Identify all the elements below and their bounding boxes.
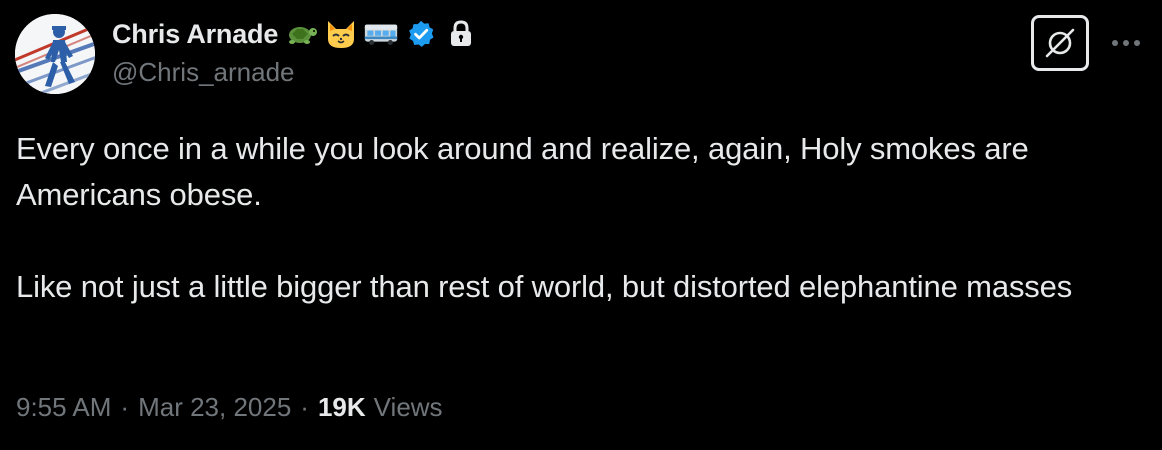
- verified-badge-icon[interactable]: [404, 17, 438, 51]
- views-count[interactable]: 19K: [318, 392, 366, 423]
- meta-separator: ·: [120, 392, 130, 422]
- turtle-emoji: [284, 17, 318, 51]
- grok-button[interactable]: [1031, 15, 1089, 71]
- tweet-paragraph: Every once in a while you look around an…: [16, 131, 1029, 212]
- cat-emoji: [324, 17, 358, 51]
- tweet-text: Every once in a while you look around an…: [16, 126, 1146, 310]
- tweet-card: Chris Arnade @Chris_arnade Every once in…: [0, 0, 1162, 450]
- tweet-meta: 9:55 AM · Mar 23, 2025 · 19K Views: [16, 392, 443, 423]
- tweet-date[interactable]: Mar 23, 2025: [138, 392, 291, 423]
- author-handle[interactable]: @Chris_arnade: [112, 57, 294, 88]
- bus-emoji: [364, 17, 398, 51]
- more-options-button[interactable]: [1108, 30, 1144, 56]
- grok-icon: [1045, 28, 1075, 58]
- tweet-paragraph: Like not just a little bigger than rest …: [16, 269, 1073, 304]
- lock-icon: [444, 17, 478, 51]
- views-label[interactable]: Views: [374, 392, 443, 423]
- more-options-icon: [1112, 40, 1140, 46]
- meta-separator: ·: [300, 392, 309, 422]
- walking-man-avatar-icon: [15, 14, 95, 94]
- author-display-name[interactable]: Chris Arnade: [112, 19, 278, 50]
- avatar[interactable]: [15, 14, 95, 94]
- author-name-row: Chris Arnade: [112, 16, 478, 52]
- tweet-time[interactable]: 9:55 AM: [16, 392, 111, 423]
